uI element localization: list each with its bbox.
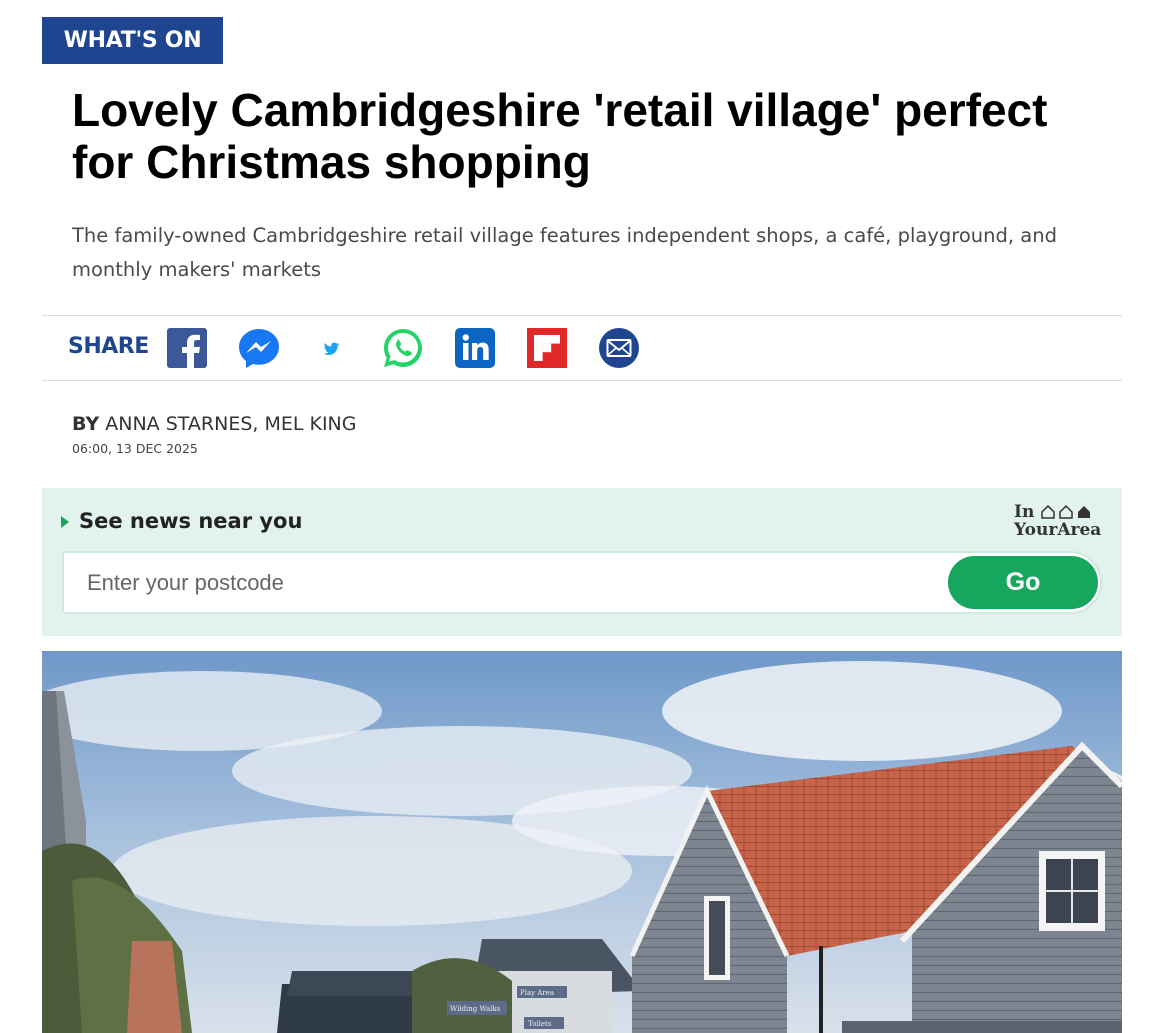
- hero-image[interactable]: Wilding Walks Play Area Toilets: [42, 651, 1122, 1033]
- facebook-icon[interactable]: [166, 327, 208, 369]
- share-label: SHARE: [68, 334, 149, 359]
- postcode-form: Go: [62, 551, 1102, 614]
- flipboard-icon[interactable]: [526, 327, 568, 369]
- sign-wilding-walks: Wilding Walks: [450, 1005, 501, 1013]
- inyourarea-logo[interactable]: In YourArea: [1014, 502, 1106, 542]
- inyourarea-logo-line1: In: [1014, 502, 1035, 522]
- twitter-icon[interactable]: [312, 327, 354, 369]
- news-near-you-title: See news near you: [79, 509, 303, 533]
- houses-icon: [1041, 504, 1090, 519]
- whatsapp-icon[interactable]: [382, 327, 424, 369]
- triangle-right-icon: [61, 516, 69, 528]
- go-button[interactable]: Go: [948, 556, 1098, 609]
- article-headline: Lovely Cambridgeshire 'retail village' p…: [72, 84, 1048, 188]
- postcode-input[interactable]: [64, 553, 924, 612]
- inyourarea-logo-line2: YourArea: [1014, 520, 1102, 540]
- byline-authors[interactable]: ANNA STARNES, MEL KING: [105, 413, 356, 435]
- byline-prefix: BY: [72, 413, 100, 435]
- published-timestamp: 06:00, 13 DEC 2025: [72, 441, 198, 456]
- email-icon[interactable]: [598, 327, 640, 369]
- linkedin-icon[interactable]: [454, 327, 496, 369]
- byline: BY ANNA STARNES, MEL KING: [72, 413, 356, 435]
- sign-play-area: Play Area: [520, 989, 554, 997]
- article-standfirst: The family-owned Cambridgeshire retail v…: [72, 224, 1057, 281]
- messenger-icon[interactable]: [238, 327, 280, 369]
- share-bar: SHARE: [42, 315, 1122, 381]
- section-tag[interactable]: WHAT'S ON: [42, 17, 223, 64]
- sign-toilets: Toilets: [528, 1020, 552, 1028]
- retail-village-photo: Wilding Walks Play Area Toilets: [42, 651, 1122, 1033]
- news-near-you-panel: See news near you In YourArea Go: [42, 488, 1122, 636]
